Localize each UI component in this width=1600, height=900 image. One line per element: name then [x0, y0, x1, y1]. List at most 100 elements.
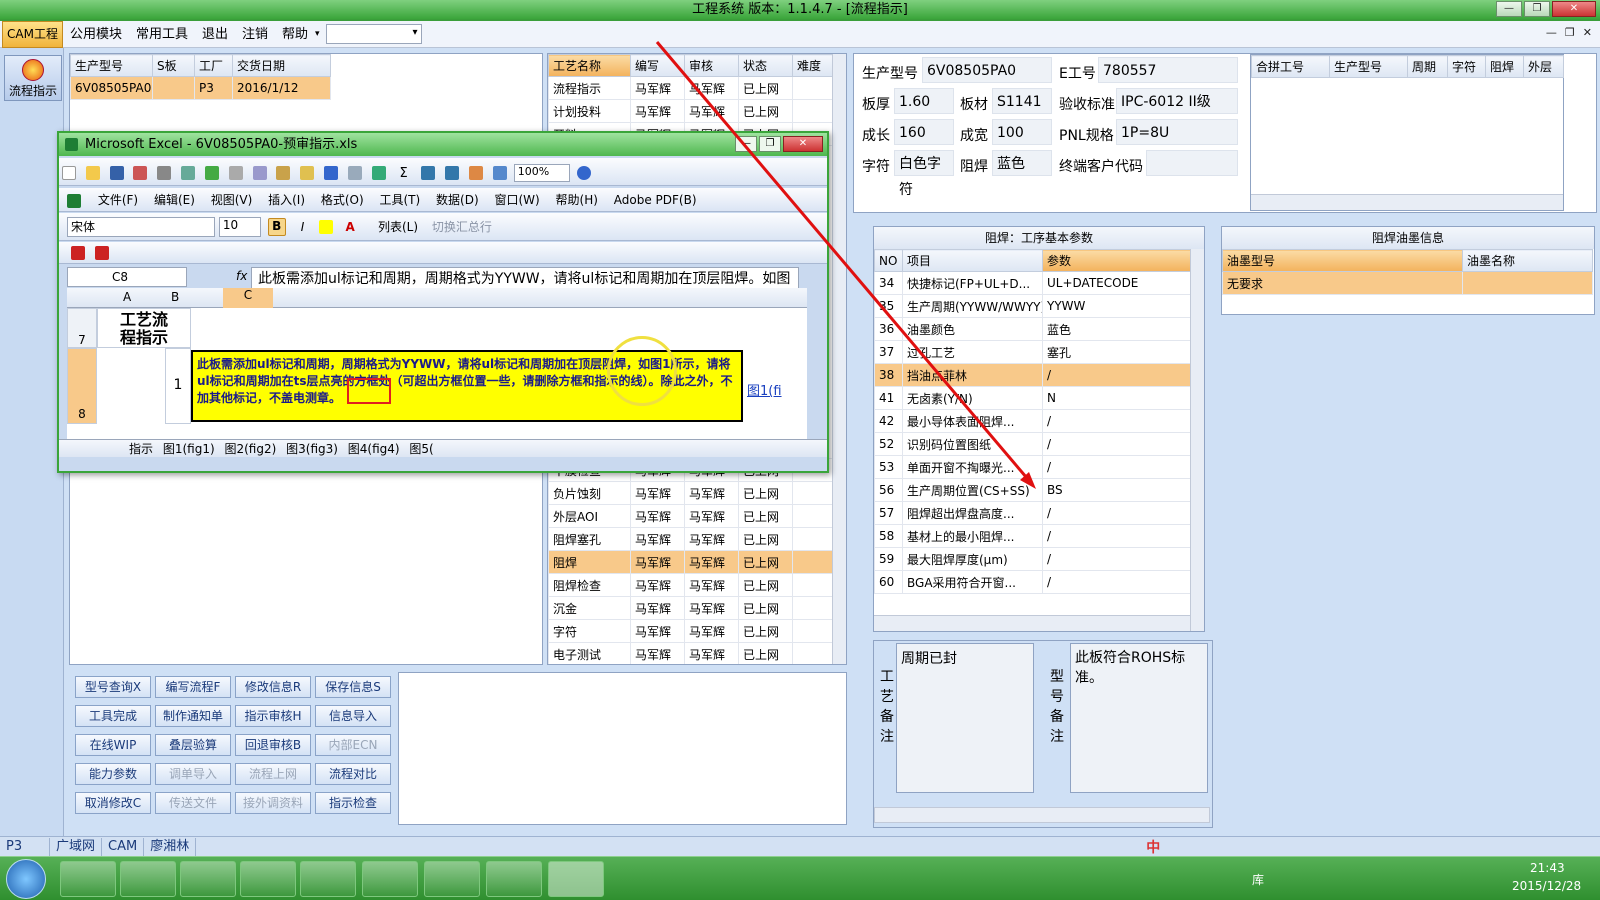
char-field[interactable]: 白色字符 — [894, 150, 954, 198]
table-row[interactable]: 35 生产周期(YYWW/WWYY) YYWW — [874, 294, 1191, 318]
mdi-restore-button[interactable]: ❐ — [1565, 26, 1575, 39]
col-header[interactable]: 参数 — [1042, 249, 1191, 272]
table-row[interactable]: 字符 马军辉 马军辉 已上网 — [548, 619, 835, 643]
rollback-review-button[interactable]: 回退审核B — [235, 734, 311, 756]
italic-icon[interactable]: I — [295, 220, 309, 234]
hyperlink-icon[interactable] — [371, 166, 386, 180]
cell[interactable]: / — [1042, 409, 1191, 433]
cell[interactable]: BS — [1042, 478, 1191, 502]
length-field[interactable]: 160 — [894, 119, 954, 145]
cell[interactable]: 59 — [874, 547, 903, 571]
process-vscroll[interactable] — [832, 54, 846, 664]
permission-icon[interactable] — [133, 166, 148, 180]
table-row[interactable]: 60 BGA采用符合开窗... / — [874, 570, 1191, 594]
import-info-button[interactable]: 信息导入 — [315, 705, 391, 727]
table-row[interactable]: 6V08505PA0 P3 2016/1/12 — [70, 76, 331, 100]
flow-online-button[interactable]: 流程上网 — [235, 763, 311, 785]
taskbar-save-icon[interactable] — [240, 861, 296, 897]
sort-desc-icon[interactable] — [445, 166, 460, 180]
online-wip-button[interactable]: 在线WIP — [75, 734, 151, 756]
cell[interactable]: 塞孔 — [1042, 340, 1191, 364]
col-header[interactable]: 工艺名称 — [548, 54, 631, 77]
table-row[interactable]: 58 基材上的最小阻焊... / — [874, 524, 1191, 548]
cell[interactable]: 6V08505PA0 — [70, 76, 153, 100]
menu-tools[interactable]: 常用工具 — [129, 22, 195, 47]
col-header[interactable]: 生产型号 — [1329, 55, 1408, 78]
font-select[interactable]: 宋体 — [67, 217, 215, 237]
col-header[interactable]: 字符 — [1447, 55, 1486, 78]
list-button[interactable]: 列表(L) — [378, 220, 418, 234]
sort-asc-icon[interactable] — [421, 166, 436, 180]
cell[interactable]: 蓝色 — [1042, 317, 1191, 341]
table-row[interactable]: 53 单面开窗不掏曝光... / — [874, 455, 1191, 479]
autosum-icon[interactable]: Σ — [396, 166, 412, 181]
menu-help[interactable]: 帮助 — [275, 22, 315, 47]
col-header[interactable]: 审核 — [684, 54, 739, 77]
menu-cam[interactable]: CAM工程 — [2, 20, 63, 48]
taskbar-x-icon[interactable] — [424, 861, 480, 897]
excel-menu-file[interactable]: 文件(F) — [98, 193, 138, 207]
cell[interactable]: 37 — [874, 340, 903, 364]
print-icon[interactable] — [157, 166, 172, 180]
col-header[interactable]: 油墨型号 — [1222, 249, 1463, 272]
cell[interactable]: 34 — [874, 271, 903, 295]
table-row[interactable]: 流程指示 马军辉 马军辉 已上网 — [548, 76, 835, 100]
cell[interactable]: 35 — [874, 294, 903, 318]
col-header[interactable]: NO — [874, 249, 903, 272]
taskbar-f-icon[interactable] — [486, 861, 542, 897]
cell[interactable]: 单面开窗不掏曝光... — [902, 455, 1043, 479]
col-header[interactable]: 阻焊 — [1485, 55, 1524, 78]
tool-complete-button[interactable]: 工具完成 — [75, 705, 151, 727]
table-row[interactable]: 56 生产周期位置(CS+SS) BS — [874, 478, 1191, 502]
clock-time[interactable]: 21:43 — [1530, 861, 1565, 875]
model-query-button[interactable]: 型号查询X — [75, 676, 151, 698]
modify-info-button[interactable]: 修改信息R — [235, 676, 311, 698]
figure-link[interactable]: 图1(fi — [747, 380, 782, 399]
excel-restore-button[interactable]: ❐ — [759, 136, 781, 152]
cell[interactable]: / — [1042, 455, 1191, 479]
process-note-field[interactable]: 周期已封 — [896, 643, 1034, 793]
taskbar-shell-icon[interactable] — [300, 861, 356, 897]
table-row[interactable]: 阻焊塞孔 马军辉 马军辉 已上网 — [548, 527, 835, 551]
chart-icon[interactable] — [469, 166, 484, 180]
drawing-icon[interactable] — [492, 166, 507, 180]
cell[interactable]: 油墨颜色 — [902, 317, 1043, 341]
new-icon[interactable] — [62, 166, 76, 180]
excel-menu-tools[interactable]: 工具(T) — [380, 193, 421, 207]
table-row[interactable]: 41 无卤素(Y/N) N — [874, 386, 1191, 410]
cell[interactable]: 42 — [874, 409, 903, 433]
merge-hscroll[interactable] — [1251, 194, 1563, 210]
internal-ecn-button[interactable]: 内部ECN — [315, 734, 391, 756]
cell[interactable]: N — [1042, 386, 1191, 410]
thickness-field[interactable]: 1.60 — [894, 88, 954, 114]
cut-icon[interactable] — [228, 166, 243, 180]
standard-field[interactable]: IPC-6012 II级 — [1116, 88, 1238, 114]
capability-button[interactable]: 能力参数 — [75, 763, 151, 785]
taskbar-eye-icon[interactable] — [362, 861, 418, 897]
format-painter-icon[interactable] — [300, 166, 315, 180]
font-color-icon[interactable]: A — [343, 220, 357, 234]
restore-button[interactable]: ❐ — [1524, 1, 1550, 17]
cell[interactable]: / — [1042, 570, 1191, 594]
column-header[interactable]: B — [171, 290, 179, 304]
write-flow-button[interactable]: 编写流程F — [155, 676, 231, 698]
cell[interactable]: 57 — [874, 501, 903, 525]
excel-menu-pdf[interactable]: Adobe PDF(B) — [614, 193, 697, 207]
table-row[interactable]: 沉金 马军辉 马军辉 已上网 — [548, 596, 835, 620]
cell[interactable]: 识别码位置图纸 — [902, 432, 1043, 456]
col-header[interactable]: 项目 — [902, 249, 1043, 272]
cell[interactable]: 60 — [874, 570, 903, 594]
table-row[interactable]: 36 油墨颜色 蓝色 — [874, 317, 1191, 341]
cell[interactable]: / — [1042, 547, 1191, 571]
cell-b8[interactable]: 1 — [165, 348, 191, 424]
notes-hscroll[interactable] — [874, 807, 1210, 823]
redo-icon[interactable] — [347, 166, 362, 180]
cell[interactable]: 过孔工艺 — [902, 340, 1043, 364]
col-header[interactable]: 交货日期 — [232, 54, 331, 77]
cell[interactable]: 53 — [874, 455, 903, 479]
total-row-button[interactable]: 切换汇总行 — [432, 220, 492, 234]
menu-exit[interactable]: 退出 — [195, 22, 235, 47]
cell[interactable]: 生产周期位置(CS+SS) — [902, 478, 1043, 502]
text-output-area[interactable] — [398, 672, 847, 825]
menu-logout[interactable]: 注销 — [235, 22, 275, 47]
